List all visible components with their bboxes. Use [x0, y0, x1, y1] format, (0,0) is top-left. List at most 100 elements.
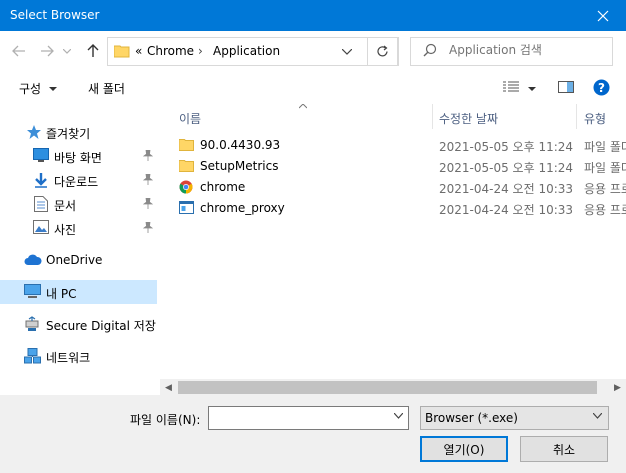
sidebar-item-desktop[interactable]: 바탕 화면: [0, 144, 157, 168]
navigation-bar: « Chrome › Application: [0, 31, 626, 71]
recent-locations-button[interactable]: [60, 41, 74, 61]
organize-menu[interactable]: 구성: [19, 80, 57, 97]
sidebar-label: OneDrive: [46, 253, 103, 267]
chevron-down-icon: [528, 87, 536, 91]
command-toolbar: 구성 새 폴더 ?: [0, 71, 626, 104]
file-type: 파일 폴더: [584, 140, 626, 154]
preview-pane-button[interactable]: [558, 81, 574, 96]
chevron-down-icon: [592, 412, 603, 419]
breadcrumb-application[interactable]: Application: [213, 44, 280, 58]
view-dropdown-button[interactable]: [528, 81, 536, 95]
chevron-down-icon: [393, 412, 404, 419]
cancel-button[interactable]: 취소: [520, 436, 608, 462]
search-input[interactable]: [447, 42, 601, 58]
document-icon: [34, 196, 48, 215]
sidebar-item-pictures[interactable]: 사진: [0, 216, 157, 240]
column-header-name[interactable]: 이름: [160, 104, 432, 129]
file-row[interactable]: 90.0.4430.93 2021-05-05 오후 11:24 파일 폴더: [160, 135, 626, 156]
file-date: 2021-05-05 오후 11:24: [439, 140, 574, 154]
horizontal-scrollbar[interactable]: ◀ ▶: [160, 379, 626, 396]
address-bar[interactable]: « Chrome › Application: [107, 37, 399, 66]
file-type-filter-value: Browser (*.exe): [425, 411, 518, 425]
pin-icon: [142, 197, 154, 212]
computer-icon: [24, 284, 41, 302]
sidebar-label: 내 PC: [46, 287, 77, 301]
sidebar-label: 문서: [54, 199, 77, 213]
sidebar-item-documents[interactable]: 문서: [0, 192, 157, 216]
search-box[interactable]: [410, 37, 613, 66]
sidebar-item-onedrive[interactable]: OneDrive: [0, 248, 157, 272]
file-date: 2021-04-24 오전 10:33: [439, 182, 574, 196]
desktop-icon: [33, 148, 49, 165]
file-type: 응용 프로그램: [584, 182, 626, 196]
forward-arrow-icon: [41, 45, 54, 57]
chevron-down-icon: [48, 87, 57, 91]
search-icon: [423, 43, 437, 60]
view-options-button[interactable]: [503, 81, 519, 96]
refresh-icon: [377, 45, 388, 57]
file-row[interactable]: SetupMetrics 2021-05-05 오후 11:24 파일 폴더: [160, 156, 626, 177]
breadcrumb-chrome[interactable]: Chrome: [147, 44, 194, 58]
file-row[interactable]: chrome_proxy 2021-04-24 오전 10:33 응용 프로그램: [160, 198, 626, 219]
chevron-down-icon: [63, 48, 71, 54]
scroll-right-button[interactable]: ▶: [609, 380, 626, 395]
refresh-button[interactable]: [367, 37, 398, 66]
breadcrumb-overflow[interactable]: «: [135, 44, 142, 58]
sidebar-item-sd-card[interactable]: Secure Digital 저장 공: [0, 312, 171, 336]
sidebar-label: 네트워크: [46, 351, 91, 365]
help-button[interactable]: ?: [593, 79, 610, 99]
file-type: 응용 프로그램: [584, 203, 626, 217]
usb-drive-icon: [24, 316, 40, 335]
file-name: 90.0.4430.93: [200, 138, 281, 152]
close-button[interactable]: [580, 0, 626, 31]
file-type-dropdown-button[interactable]: [592, 411, 603, 422]
file-list: 이름 수정한 날짜 유형 90.0.4430.93 2021-05-05 오후 …: [160, 104, 626, 395]
network-icon: [24, 348, 41, 367]
address-dropdown-button[interactable]: [341, 44, 353, 58]
sort-ascending-icon: [299, 104, 307, 109]
pin-icon: [142, 221, 154, 236]
scrollbar-thumb[interactable]: [178, 381, 597, 394]
pin-icon: [142, 149, 154, 164]
arrow-left-icon: ◀: [165, 382, 172, 393]
up-button[interactable]: [82, 41, 104, 61]
back-button[interactable]: [8, 41, 30, 61]
column-header-label: 유형: [584, 112, 607, 126]
help-icon: ?: [593, 79, 610, 96]
filename-input[interactable]: [212, 410, 391, 426]
file-type-filter[interactable]: Browser (*.exe): [420, 406, 609, 430]
folder-icon: [113, 44, 130, 61]
new-folder-button[interactable]: 새 폴더: [88, 80, 125, 97]
file-row[interactable]: chrome 2021-04-24 오전 10:33 응용 프로그램: [160, 177, 626, 198]
folder-icon: [178, 159, 194, 175]
sidebar-item-downloads[interactable]: 다운로드: [0, 168, 157, 192]
sidebar-label: 사진: [54, 223, 77, 237]
cloud-icon: [24, 254, 42, 269]
file-name: chrome: [200, 180, 246, 194]
pictures-icon: [33, 220, 49, 237]
window-title: Select Browser: [10, 8, 100, 22]
breadcrumb-separator-icon: ›: [198, 44, 203, 58]
download-icon: [33, 172, 49, 191]
scroll-left-button[interactable]: ◀: [160, 380, 177, 395]
title-bar: Select Browser: [0, 0, 626, 31]
file-date: 2021-04-24 오전 10:33: [439, 203, 574, 217]
forward-button[interactable]: [36, 41, 58, 61]
star-icon: [26, 124, 42, 143]
up-arrow-icon: [87, 44, 99, 57]
dialog-footer: 파일 이름(N): Browser (*.exe) 열기(O) 취소: [0, 396, 626, 473]
column-header-type[interactable]: 유형: [577, 104, 626, 129]
filename-combobox[interactable]: [208, 406, 409, 430]
sidebar-label: 즐겨찾기: [46, 127, 91, 141]
arrow-right-icon: ▶: [614, 382, 621, 393]
open-button[interactable]: 열기(O): [420, 436, 508, 462]
sidebar-item-quick-access[interactable]: 즐겨찾기: [0, 120, 157, 144]
column-header-modified[interactable]: 수정한 날짜: [433, 104, 576, 129]
file-name: chrome_proxy: [200, 201, 285, 215]
filename-label: 파일 이름(N):: [130, 413, 201, 427]
sidebar-item-this-pc[interactable]: 내 PC: [0, 280, 157, 304]
back-arrow-icon: [12, 45, 25, 57]
sidebar-item-network[interactable]: 네트워크: [0, 344, 157, 368]
column-header-label: 수정한 날짜: [439, 112, 499, 126]
filename-dropdown-button[interactable]: [393, 411, 404, 422]
